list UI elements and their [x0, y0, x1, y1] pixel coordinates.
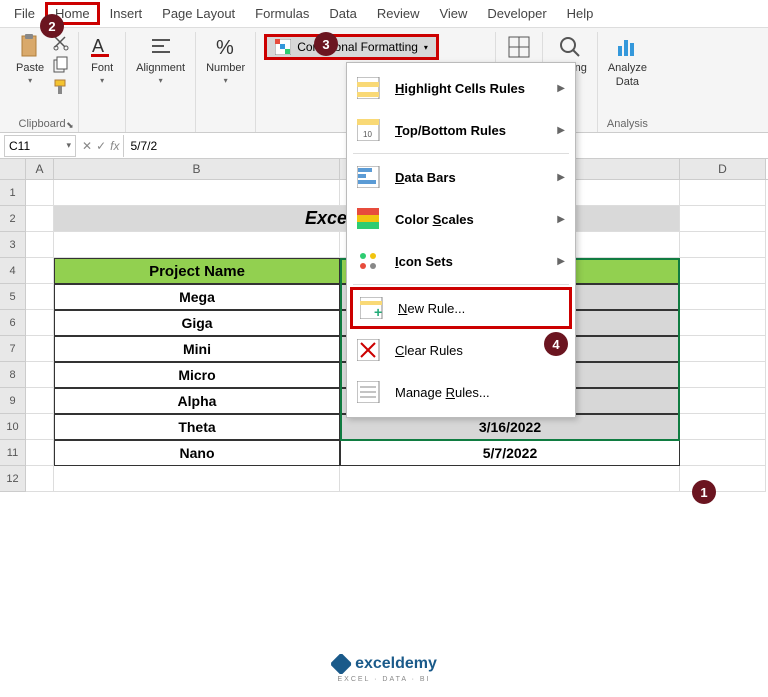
col-header-a[interactable]: A — [26, 159, 54, 179]
svg-text:10: 10 — [363, 130, 372, 139]
percent-icon: % — [213, 34, 239, 60]
data-bars-icon — [357, 166, 385, 188]
annotation-badge-4: 4 — [544, 332, 568, 356]
enter-formula-icon[interactable]: ✓ — [96, 139, 106, 153]
clear-rules-icon — [357, 339, 385, 361]
cf-data-bars[interactable]: Data Bars ▶ — [347, 156, 575, 198]
cf-highlight-cells-rules[interactable]: Highlight Cells Rules ▶ — [347, 67, 575, 109]
table-row[interactable]: Mini — [54, 336, 340, 362]
conditional-formatting-menu: Highlight Cells Rules ▶ 10 Top/Bottom Ru… — [346, 62, 576, 418]
table-row[interactable]: Giga — [54, 310, 340, 336]
conditional-formatting-button[interactable]: Conditional Formatting ▾ — [264, 34, 439, 60]
select-all-corner[interactable] — [0, 159, 26, 179]
row-header[interactable]: 10 — [0, 414, 26, 440]
logo-icon — [331, 654, 351, 674]
chevron-down-icon: ▾ — [224, 76, 228, 85]
row-header[interactable]: 6 — [0, 310, 26, 336]
menu-data[interactable]: Data — [319, 2, 366, 25]
menu-file[interactable]: File — [4, 2, 45, 25]
table-row[interactable]: Mega — [54, 284, 340, 310]
chevron-down-icon: ▾ — [66, 140, 71, 151]
chevron-right-icon: ▶ — [557, 172, 565, 183]
paste-button[interactable]: Paste ▾ — [14, 32, 46, 87]
chevron-right-icon: ▶ — [557, 125, 565, 136]
menu-page-layout[interactable]: Page Layout — [152, 2, 245, 25]
svg-text:+: + — [374, 304, 382, 319]
row-header[interactable]: 4 — [0, 258, 26, 284]
menu-help[interactable]: Help — [557, 2, 604, 25]
alignment-icon — [148, 34, 174, 60]
chevron-down-icon: ▾ — [100, 76, 104, 85]
cf-new-rule[interactable]: + New Rule... — [350, 287, 572, 329]
row-header[interactable]: 5 — [0, 284, 26, 310]
menu-review[interactable]: Review — [367, 2, 430, 25]
row-header[interactable]: 12 — [0, 466, 26, 492]
color-scales-icon — [357, 208, 385, 230]
chevron-right-icon: ▶ — [557, 83, 565, 94]
cells-icon — [506, 34, 532, 60]
chevron-right-icon: ▶ — [557, 256, 565, 267]
table-row[interactable]: Alpha — [54, 388, 340, 414]
format-painter-icon[interactable] — [52, 78, 70, 96]
cf-manage-rules[interactable]: Manage Rules... — [347, 371, 575, 413]
row-header[interactable]: 11 — [0, 440, 26, 466]
header-project-name[interactable]: Project Name — [54, 258, 340, 284]
cf-top-bottom-rules[interactable]: 10 Top/Bottom Rules ▶ — [347, 109, 575, 151]
cf-color-scales[interactable]: Color Scales ▶ — [347, 198, 575, 240]
menu-formulas[interactable]: Formulas — [245, 2, 319, 25]
table-row[interactable]: Theta — [54, 414, 340, 440]
icon-sets-icon — [357, 250, 385, 272]
exceldemy-logo: exceldemy EXCEL · DATA · BI — [331, 654, 437, 683]
col-header-d[interactable]: D — [680, 159, 766, 179]
chevron-down-icon: ▾ — [28, 76, 32, 85]
annotation-badge-1: 1 — [692, 480, 716, 504]
row-header[interactable]: 2 — [0, 206, 26, 232]
fx-icon[interactable]: fx — [110, 139, 119, 153]
analyze-data-button[interactable]: Analyze Data — [606, 32, 649, 90]
chevron-down-icon: ▾ — [424, 43, 428, 52]
highlight-rules-icon — [357, 77, 385, 99]
alignment-button[interactable]: Alignment ▾ — [134, 32, 187, 87]
top-bottom-icon: 10 — [357, 119, 385, 141]
number-button[interactable]: % Number ▾ — [204, 32, 247, 87]
analyze-icon — [614, 34, 640, 60]
annotation-badge-3: 3 — [314, 32, 338, 56]
ribbon-group-alignment: Alignment ▾ — [126, 32, 196, 132]
svg-text:A: A — [92, 36, 104, 56]
conditional-formatting-icon — [275, 39, 291, 55]
menu-developer[interactable]: Developer — [477, 2, 556, 25]
chevron-down-icon: ▾ — [159, 76, 163, 85]
col-header-b[interactable]: B — [54, 159, 340, 179]
font-button[interactable]: A Font ▾ — [87, 32, 117, 87]
dialog-launcher-icon[interactable]: ⬊ — [66, 120, 76, 130]
row-header[interactable]: 7 — [0, 336, 26, 362]
annotation-badge-2: 2 — [40, 14, 64, 38]
row-header[interactable]: 8 — [0, 362, 26, 388]
menu-bar: File Home Insert Page Layout Formulas Da… — [0, 0, 768, 28]
copy-icon[interactable] — [52, 56, 70, 74]
cf-icon-sets[interactable]: Icon Sets ▶ — [347, 240, 575, 282]
new-rule-icon: + — [360, 297, 388, 319]
cf-clear-rules[interactable]: Clear Rules ▶ — [347, 329, 575, 371]
manage-rules-icon — [357, 381, 385, 403]
paste-icon — [17, 34, 43, 60]
table-row[interactable]: Micro — [54, 362, 340, 388]
row-header[interactable]: 9 — [0, 388, 26, 414]
cancel-formula-icon[interactable]: ✕ — [82, 139, 92, 153]
table-row[interactable]: Nano — [54, 440, 340, 466]
menu-view[interactable]: View — [429, 2, 477, 25]
ribbon-group-analysis: Analyze Data Analysis — [598, 32, 657, 132]
ribbon-group-number: % Number ▾ — [196, 32, 256, 132]
font-icon: A — [89, 34, 115, 60]
ribbon-group-font: A Font ▾ — [79, 32, 126, 132]
row-header[interactable]: 1 — [0, 180, 26, 206]
search-icon — [557, 34, 583, 60]
chevron-right-icon: ▶ — [557, 214, 565, 225]
svg-text:%: % — [216, 37, 234, 59]
name-box[interactable]: C11 ▾ — [4, 135, 76, 157]
row-header[interactable]: 3 — [0, 232, 26, 258]
ribbon-group-clipboard: Paste ▾ Clipboard ⬊ — [6, 32, 79, 132]
menu-insert[interactable]: Insert — [100, 2, 153, 25]
